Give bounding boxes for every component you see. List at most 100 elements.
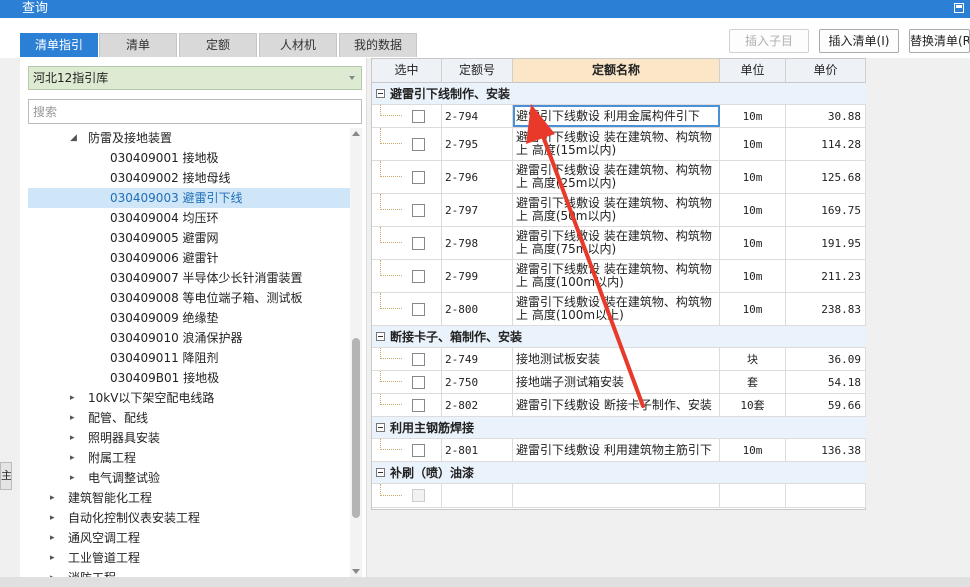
name-cell[interactable]: 避雷引下线敷设 装在建筑物、构筑物上 高度(25m以内)	[513, 161, 720, 193]
table-row[interactable]: 2-801 避雷引下线敷设 利用建筑物主筋引下 10m 136.38	[372, 439, 866, 462]
tab-labor-materials[interactable]: 人材机	[259, 33, 337, 57]
tree-leaf[interactable]: 030409008 等电位端子箱、测试板	[28, 288, 350, 308]
row-checkbox[interactable]	[412, 352, 425, 366]
tree-node[interactable]: ▸ 建筑智能化工程	[28, 488, 350, 508]
tree-leaf[interactable]: 030409010 浪涌保护器	[28, 328, 350, 348]
library-select[interactable]: 河北12指引库	[28, 66, 362, 90]
expand-closed-icon[interactable]: ▸	[50, 548, 55, 568]
row-checkbox[interactable]	[412, 170, 425, 184]
scroll-down-icon[interactable]	[352, 569, 360, 574]
scroll-up-icon[interactable]	[352, 131, 360, 136]
tree-leaf[interactable]: 030409005 避雷网	[28, 228, 350, 248]
tree-node[interactable]: ▸ 通风空调工程	[28, 528, 350, 548]
tree-leaf[interactable]: 030409001 接地极	[28, 148, 350, 168]
tree-leaf[interactable]: 030409007 半导体少长针消雷装置	[28, 268, 350, 288]
tab-list[interactable]: 清单	[99, 33, 177, 57]
tree-leaf[interactable]: 030409011 降阻剂	[28, 348, 350, 368]
table-row[interactable]: 2-800 避雷引下线敷设 装在建筑物、构筑物上 高度(100m以上) 10m 238…	[372, 293, 866, 326]
tree-leaf[interactable]: 030409004 均压环	[28, 208, 350, 228]
tree-leaf[interactable]: 030409002 接地母线	[28, 168, 350, 188]
price-column-header[interactable]: 单价	[786, 59, 866, 83]
table-row[interactable]: 2-749 接地测试板安装块 36.09	[372, 348, 866, 371]
expand-closed-icon[interactable]: ▸	[50, 528, 55, 548]
tree-leaf[interactable]: 030409006 避雷针	[28, 248, 350, 268]
replace-list-button[interactable]: 替换清单(R	[909, 29, 970, 53]
tree-label: 030409007 半导体少长针消雷装置	[110, 271, 303, 285]
table-row[interactable]: 2-802 避雷引下线敷设 断接卡子制作、安装 10套 59.66	[372, 394, 866, 417]
name-cell[interactable]: 接地测试板安装	[513, 348, 720, 370]
collapse-icon[interactable]	[376, 332, 385, 341]
unit-column-header[interactable]: 单位	[720, 59, 786, 83]
insert-list-button[interactable]: 插入清单(I)	[819, 29, 899, 53]
expand-closed-icon[interactable]: ▸	[70, 448, 75, 468]
tab-my-data[interactable]: 我的数据	[339, 33, 417, 57]
group-row[interactable]: 补刷（喷）油漆	[372, 462, 866, 484]
table-row[interactable]: 2-798 避雷引下线敷设 装在建筑物、构筑物上 高度(75m以内) 10m 191.…	[372, 227, 866, 260]
group-row[interactable]: 断接卡子、箱制作、安装	[372, 326, 866, 348]
name-cell[interactable]: 避雷引下线敷设 利用建筑物主筋引下	[513, 439, 720, 461]
table-row[interactable]: 2-750 接地端子测试箱安装套 54.18	[372, 371, 866, 394]
tree-node[interactable]: ◢ 防雷及接地装置	[28, 128, 350, 148]
row-checkbox[interactable]	[412, 109, 425, 123]
expand-closed-icon[interactable]: ▸	[50, 488, 55, 508]
search-input[interactable]	[28, 99, 362, 124]
row-checkbox[interactable]	[412, 236, 425, 250]
table-row[interactable]: 2-799 避雷引下线敷设 装在建筑物、构筑物上 高度(100m以内) 10m 211…	[372, 260, 866, 293]
select-column-header[interactable]: 选中	[372, 59, 442, 83]
name-cell[interactable]: 避雷引下线敷设 装在建筑物、构筑物上 高度(50m以内)	[513, 194, 720, 226]
row-checkbox[interactable]	[412, 302, 425, 316]
name-column-header[interactable]: 定额名称	[513, 59, 720, 83]
row-checkbox[interactable]	[412, 375, 425, 389]
name-cell[interactable]: 避雷引下线敷设 断接卡子制作、安装	[513, 394, 720, 416]
restore-icon[interactable]	[954, 3, 964, 13]
name-cell[interactable]	[513, 484, 720, 507]
tree-node[interactable]: ▸ 电气调整试验	[28, 468, 350, 488]
group-row[interactable]: 避雷引下线制作、安装	[372, 83, 866, 105]
tab-quota[interactable]: 定额	[179, 33, 257, 57]
table-row[interactable]: 2-794 避雷引下线敷设 利用金属构件引下 10m 30.88	[372, 105, 866, 128]
collapse-icon[interactable]	[376, 89, 385, 98]
row-checkbox[interactable]	[412, 398, 425, 412]
tree-node[interactable]: ▸ 配管、配线	[28, 408, 350, 428]
collapse-icon[interactable]	[376, 468, 385, 477]
collapsed-side-tab[interactable]: 主	[0, 462, 12, 490]
name-cell[interactable]: 避雷引下线敷设 装在建筑物、构筑物上 高度(100m以内)	[513, 260, 720, 292]
expand-closed-icon[interactable]: ▸	[70, 468, 75, 488]
tree-leaf[interactable]: 030409003 避雷引下线	[28, 188, 350, 208]
insert-child-button[interactable]: 插入子目	[729, 29, 809, 53]
tree-node[interactable]: ▸ 照明器具安装	[28, 428, 350, 448]
tree-node[interactable]: ▸ 10kV以下架空配电线路	[28, 388, 350, 408]
price-cell: 211.23	[786, 260, 866, 292]
table-row[interactable]: 2-797 避雷引下线敷设 装在建筑物、构筑物上 高度(50m以内) 10m 169.…	[372, 194, 866, 227]
tree-leaf[interactable]: 030409B01 接地极	[28, 368, 350, 388]
tree-scrollbar[interactable]	[350, 128, 362, 577]
code-column-header[interactable]: 定额号	[442, 59, 513, 83]
tree-node[interactable]: ▸ 附属工程	[28, 448, 350, 468]
row-checkbox[interactable]	[412, 137, 425, 151]
name-cell[interactable]: 避雷引下线敷设 装在建筑物、构筑物上 高度(75m以内)	[513, 227, 720, 259]
tree-leaf[interactable]: 030409009 绝缘垫	[28, 308, 350, 328]
tree-label: 照明器具安装	[88, 431, 161, 445]
tree-node[interactable]: ▸ 自动化控制仪表安装工程	[28, 508, 350, 528]
name-cell[interactable]: 避雷引下线敷设 利用金属构件引下	[513, 105, 720, 127]
name-cell[interactable]: 避雷引下线敷设 装在建筑物、构筑物上 高度(15m以内)	[513, 128, 720, 160]
table-row[interactable]: 2-796 避雷引下线敷设 装在建筑物、构筑物上 高度(25m以内) 10m 125.…	[372, 161, 866, 194]
collapse-icon[interactable]	[376, 423, 385, 432]
row-checkbox[interactable]	[412, 269, 425, 283]
table-row[interactable]	[372, 484, 866, 508]
group-row[interactable]: 利用主钢筋焊接	[372, 417, 866, 439]
tree-node[interactable]: ▸ 工业管道工程	[28, 548, 350, 568]
expand-closed-icon[interactable]: ▸	[70, 428, 75, 448]
tab-list-guide[interactable]: 清单指引	[20, 33, 98, 57]
expand-open-icon[interactable]: ◢	[70, 128, 77, 148]
table-row[interactable]: 2-795 避雷引下线敷设 装在建筑物、构筑物上 高度(15m以内) 10m 114.…	[372, 128, 866, 161]
row-checkbox[interactable]	[412, 443, 425, 457]
expand-closed-icon[interactable]: ▸	[50, 508, 55, 528]
name-cell[interactable]: 避雷引下线敷设 装在建筑物、构筑物上 高度(100m以上)	[513, 293, 720, 325]
expand-closed-icon[interactable]: ▸	[70, 408, 75, 428]
expand-closed-icon[interactable]: ▸	[70, 388, 75, 408]
tree-label: 工业管道工程	[68, 551, 141, 565]
row-checkbox[interactable]	[412, 203, 425, 217]
scroll-thumb[interactable]	[352, 338, 360, 518]
name-cell[interactable]: 接地端子测试箱安装	[513, 371, 720, 393]
